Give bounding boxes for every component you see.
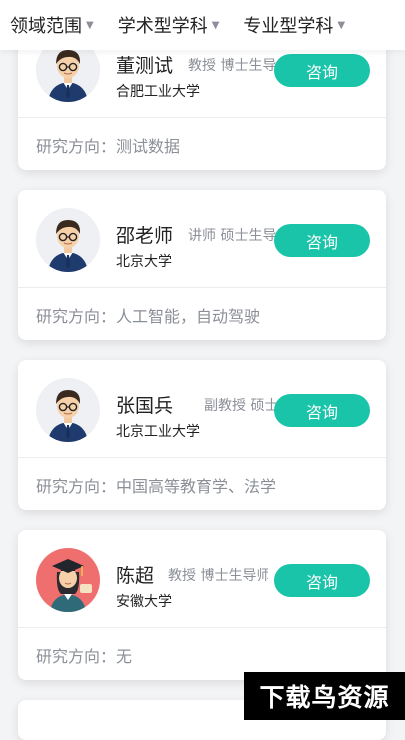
research-label: 研究方向： (36, 477, 117, 496)
research-direction: 研究方向：无 (36, 643, 132, 667)
divider (18, 287, 386, 288)
tutor-title: 讲师 硕士生导师 (188, 228, 288, 244)
consult-button[interactable]: 咨询 (274, 224, 370, 257)
tutor-title: 教授 博士生导师 (188, 58, 288, 74)
research-value: 测试数据 (116, 137, 181, 156)
filter-label: 领域范围 (10, 16, 82, 37)
divider (18, 117, 386, 118)
research-value: 无 (116, 647, 133, 666)
filter-bar: 领域范围 ▼ 学术型学科 ▼ 专业型学科 ▼ (0, 0, 405, 50)
research-value: 人工智能，自动驾驶 (116, 307, 261, 326)
divider (18, 457, 386, 458)
research-label: 研究方向： (36, 307, 117, 326)
research-direction: 研究方向：人工智能，自动驾驶 (36, 303, 260, 327)
filter-professional-discipline[interactable]: 专业型学科 ▼ (233, 12, 345, 38)
research-direction: 研究方向：测试数据 (36, 133, 180, 157)
watermark-logo: 下载鸟资源 (244, 672, 405, 720)
research-label: 研究方向： (36, 647, 117, 666)
dropdown-arrow-icon: ▼ (211, 19, 220, 31)
tutor-title: 教授 博士生导师 (168, 568, 268, 584)
consult-button[interactable]: 咨询 (274, 564, 370, 597)
tutor-card[interactable]: 张国兵 副教授 硕士生导师 北京工业大学 咨询 研究方向：中国高等教育学、法学 (18, 360, 386, 510)
tutor-name: 邵老师 (116, 225, 174, 247)
male-teacher-avatar (36, 378, 100, 442)
tutor-name: 张国兵 (116, 395, 174, 417)
male-teacher-avatar (36, 208, 100, 272)
filter-academic-discipline[interactable]: 学术型学科 ▼ (108, 12, 220, 38)
consult-button[interactable]: 咨询 (274, 394, 370, 427)
female-graduate-avatar (36, 548, 100, 612)
tutor-name: 董测试 (116, 55, 174, 77)
dropdown-arrow-icon: ▼ (86, 19, 94, 31)
tutor-school: 北京工业大学 (116, 424, 200, 440)
tutor-school: 合肥工业大学 (116, 84, 200, 100)
research-value: 中国高等教育学、法学 (116, 477, 277, 496)
dropdown-arrow-icon: ▼ (337, 19, 346, 31)
research-label: 研究方向： (36, 137, 117, 156)
consult-button[interactable]: 咨询 (274, 54, 370, 87)
filter-label: 学术型学科 (117, 16, 208, 37)
filter-label: 专业型学科 (243, 16, 334, 37)
tutor-school: 安徽大学 (116, 594, 172, 610)
tutor-card[interactable]: 邵老师 讲师 硕士生导师 北京大学 咨询 研究方向：人工智能，自动驾驶 (18, 190, 386, 340)
tutor-name: 陈超 (116, 565, 155, 587)
tutor-card[interactable]: 陈超 教授 博士生导师 安徽大学 咨询 研究方向：无 (18, 530, 386, 680)
research-direction: 研究方向：中国高等教育学、法学 (36, 473, 276, 497)
tutor-school: 北京大学 (116, 254, 172, 270)
filter-field-range[interactable]: 领域范围 ▼ (0, 12, 94, 38)
divider (18, 627, 386, 628)
